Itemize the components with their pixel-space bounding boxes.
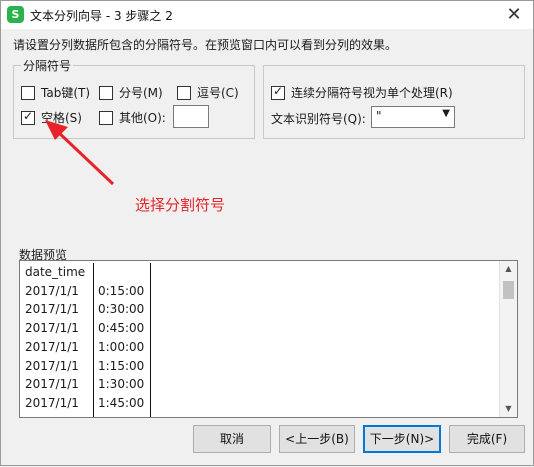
preview-cell-col2: 0:30:00 [98,302,145,317]
preview-cell-col1: 2017/1/1 [25,377,79,392]
preview-cell-col2: 2:00:00 [98,415,144,417]
scroll-down-icon[interactable]: ▼ [500,401,517,417]
scroll-up-icon[interactable]: ▲ [500,261,517,277]
preview-cell-col2: 0:45:00 [98,321,145,336]
scroll-thumb[interactable] [503,281,514,299]
back-button[interactable]: <上一步(B) [279,425,355,453]
finish-button[interactable]: 完成(F) [449,425,525,453]
preview-cell-col2: 1:30:00 [98,377,145,392]
dialog-window: S 文本分列向导 - 3 步骤之 2 ✕ 请设置分列数据所包含的分隔符号。在预览… [0,0,534,466]
preview-cell-col2: 1:45:00 [98,395,145,410]
preview-cell-col1: 2017/1/1 [25,283,79,298]
preview-cell-col1: date_time [25,265,86,279]
annotation-text: 选择分割符号 [135,196,226,214]
data-preview[interactable]: date_time 2017/1/1 0:15:00 2017/1/1 0:30:00 2… [19,260,518,418]
preview-cell-col2: 0:15:00 [98,283,145,298]
preview-cell-col1: 2017/1/1 [25,395,79,410]
column-separator[interactable] [150,263,151,417]
column-separator[interactable] [93,263,94,417]
preview-cell-col1: 2017/1/1 [25,321,79,336]
preview-cell-col1: 2017/1/1 [25,302,79,317]
preview-cell-col1: 2017/1/1 [25,339,79,354]
preview-cell-col1: 2017/1/1 [25,358,79,373]
preview-cell-col2: 1:00:00 [98,339,145,354]
next-button[interactable]: 下一步(N)> [363,425,441,453]
preview-cell-col2: 1:15:00 [98,358,145,373]
vertical-scrollbar[interactable]: ▲ ▼ [499,261,517,417]
cancel-button[interactable]: 取消 [193,425,271,453]
preview-cell-col1: 2017/1/1 [25,415,79,417]
